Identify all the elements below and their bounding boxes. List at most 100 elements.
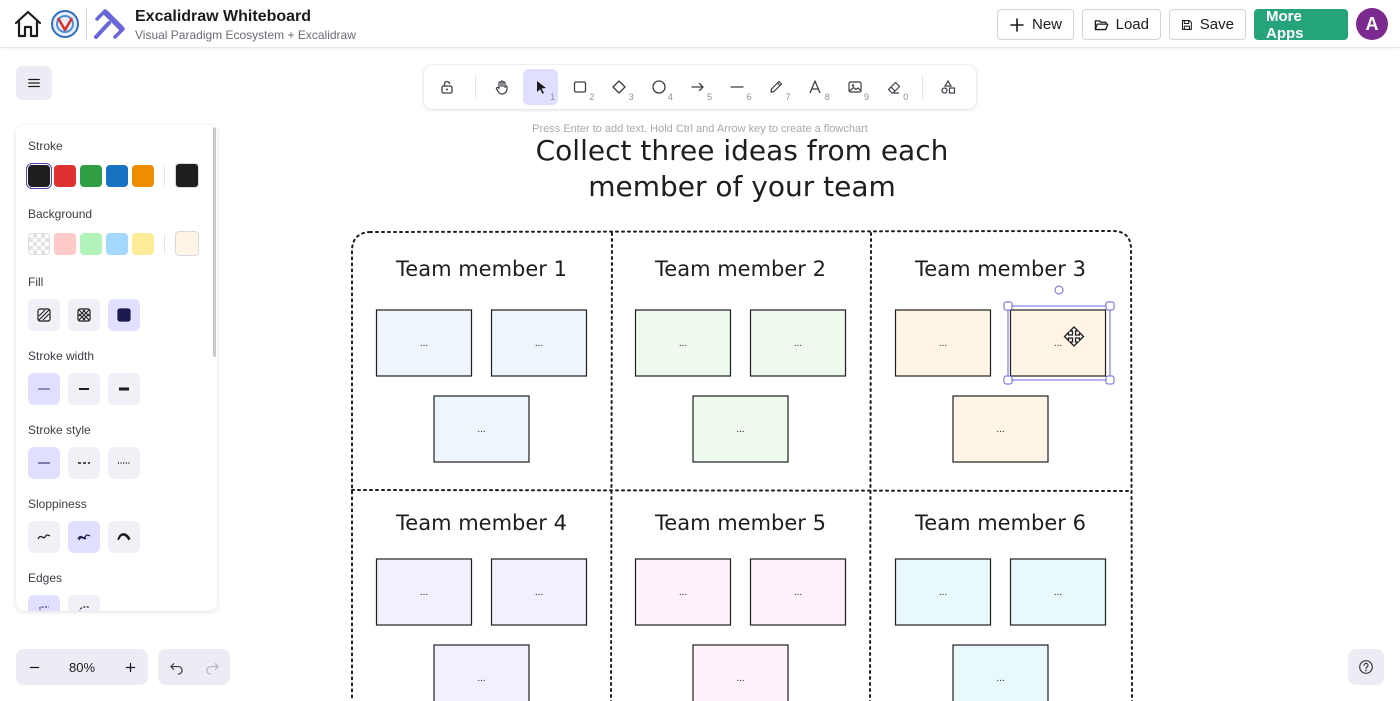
member-6-note-3-text[interactable]: ... — [996, 673, 1004, 684]
app-subtitle: Visual Paradigm Ecosystem + Excalidraw — [135, 28, 356, 42]
text-tool[interactable]: 8 — [798, 69, 833, 105]
swatch-divider — [164, 234, 165, 254]
stroke-color-blue[interactable] — [106, 165, 128, 187]
text-icon — [809, 80, 822, 94]
member-1-note-2-text[interactable]: ... — [535, 338, 543, 349]
edges-sharp-option[interactable] — [28, 595, 60, 611]
zoom-in-button[interactable] — [112, 649, 148, 685]
sloppiness-artist-option[interactable] — [68, 521, 100, 553]
diamond-icon — [612, 80, 626, 94]
member-3-note-1-text[interactable]: ... — [939, 338, 947, 349]
selection-tool[interactable]: 1 — [523, 69, 559, 105]
stroke-style-dotted-option[interactable] — [108, 447, 140, 479]
shapes-icon — [941, 79, 956, 94]
arrow-tool[interactable]: 5 — [680, 69, 715, 105]
board-title-line-1[interactable]: Collect three ideas from each — [536, 134, 949, 167]
stroke-style-label: Stroke style — [28, 423, 91, 437]
team-member-2-label[interactable]: Team member 2 — [654, 257, 826, 281]
team-member-5-label[interactable]: Team member 5 — [654, 511, 826, 535]
team-member-3-label[interactable]: Team member 3 — [914, 257, 1086, 281]
diamond-tool[interactable]: 3 — [602, 69, 637, 105]
stroke-current-color[interactable] — [175, 163, 199, 188]
stroke-width-bold-option[interactable] — [68, 373, 100, 405]
visual-paradigm-logo-icon[interactable] — [50, 9, 80, 39]
stroke-width-thin-option[interactable] — [28, 373, 60, 405]
member-4-note-3-text[interactable]: ... — [477, 673, 485, 684]
member-6-note-2-text[interactable]: ... — [1054, 587, 1062, 598]
background-current-color[interactable] — [175, 231, 199, 256]
bold-line-icon — [79, 388, 89, 390]
member-4-note-2-text[interactable]: ... — [535, 587, 543, 598]
selection-tool-key: 1 — [550, 92, 556, 102]
redo-icon[interactable] — [205, 660, 220, 675]
member-6-note-1-text[interactable]: ... — [939, 587, 947, 598]
new-button[interactable]: New — [997, 9, 1074, 40]
draw-tool[interactable]: 7 — [759, 69, 794, 105]
member-2-note-1-text[interactable]: ... — [679, 338, 687, 349]
stroke-color-red[interactable] — [54, 165, 76, 187]
user-avatar[interactable]: A — [1356, 8, 1388, 40]
stroke-width-extra-bold-option[interactable] — [108, 373, 140, 405]
extra-bold-line-icon — [119, 387, 129, 391]
home-icon[interactable] — [12, 8, 44, 40]
member-2-note-2-text[interactable]: ... — [794, 338, 802, 349]
stroke-color-green[interactable] — [80, 165, 102, 187]
load-button[interactable]: Load — [1082, 9, 1161, 40]
background-color-green[interactable] — [80, 233, 102, 255]
hand-tool[interactable] — [484, 69, 519, 105]
member-2-note-3-text[interactable]: ... — [736, 424, 744, 435]
properties-scrollbar[interactable] — [213, 127, 216, 357]
background-color-transparent[interactable] — [28, 233, 50, 255]
member-5-note-2-text[interactable]: ... — [794, 587, 802, 598]
help-button[interactable] — [1348, 649, 1384, 685]
eraser-tool[interactable]: 0 — [877, 69, 912, 105]
stroke-style-dashed-option[interactable] — [68, 447, 100, 479]
undo-icon[interactable] — [169, 660, 184, 675]
ellipse-tool[interactable]: 4 — [641, 69, 676, 105]
lock-tool[interactable] — [430, 69, 465, 105]
member-3-note-2-text[interactable]: ... — [1054, 338, 1062, 349]
line-tool[interactable]: 6 — [720, 69, 755, 105]
minus-icon — [29, 666, 39, 668]
zoom-level[interactable]: 80% — [52, 660, 112, 675]
edges-round-option[interactable] — [68, 595, 100, 611]
draw-tool-key: 7 — [785, 92, 791, 102]
zoom-out-button[interactable] — [16, 649, 52, 685]
team-member-6-label[interactable]: Team member 6 — [914, 511, 1086, 535]
sloppiness-cartoonist-option[interactable] — [108, 521, 140, 553]
pointer-icon — [536, 81, 546, 94]
fill-cross-hatch-option[interactable] — [68, 299, 100, 331]
team-member-1-label[interactable]: Team member 1 — [395, 257, 567, 281]
main-menu-button[interactable] — [16, 66, 52, 100]
background-color-pink[interactable] — [54, 233, 76, 255]
image-tool[interactable]: 9 — [837, 69, 872, 105]
board-title-line-2[interactable]: member of your team — [588, 170, 896, 203]
team-member-4-label[interactable]: Team member 4 — [395, 511, 567, 535]
plus-icon — [125, 662, 135, 672]
stroke-style-solid-option[interactable] — [28, 447, 60, 479]
fill-label: Fill — [28, 275, 44, 289]
member-1-note-3-text[interactable]: ... — [477, 424, 485, 435]
background-color-blue[interactable] — [106, 233, 128, 255]
member-5-note-3-text[interactable]: ... — [736, 673, 744, 684]
sloppiness-architect-option[interactable] — [28, 521, 60, 553]
more-apps-button[interactable]: More Apps — [1254, 8, 1348, 42]
member-5-note-1-text[interactable]: ... — [679, 587, 687, 598]
background-color-yellow[interactable] — [132, 233, 154, 255]
member-1-note-1-text[interactable]: ... — [420, 338, 428, 349]
rectangle-tool-key: 2 — [589, 92, 595, 102]
save-button[interactable]: Save — [1169, 9, 1246, 40]
member-3-note-3-text[interactable]: ... — [996, 424, 1004, 435]
rectangle-tool[interactable]: 2 — [563, 69, 598, 105]
member-4-note-1-text[interactable]: ... — [420, 587, 428, 598]
drawing-canvas[interactable]: Collect three ideas from each member of … — [0, 49, 1400, 701]
stroke-color-orange[interactable] — [132, 165, 154, 187]
team-grid-frame[interactable] — [351, 229, 1133, 701]
fill-hachure-option[interactable] — [28, 299, 60, 331]
hand-icon — [495, 80, 508, 95]
stroke-color-black[interactable] — [28, 165, 50, 187]
fill-solid-option[interactable] — [108, 299, 140, 331]
floppy-disk-icon — [1181, 19, 1192, 30]
ellipse-icon — [651, 80, 666, 94]
more-shapes-tool[interactable] — [931, 69, 966, 105]
